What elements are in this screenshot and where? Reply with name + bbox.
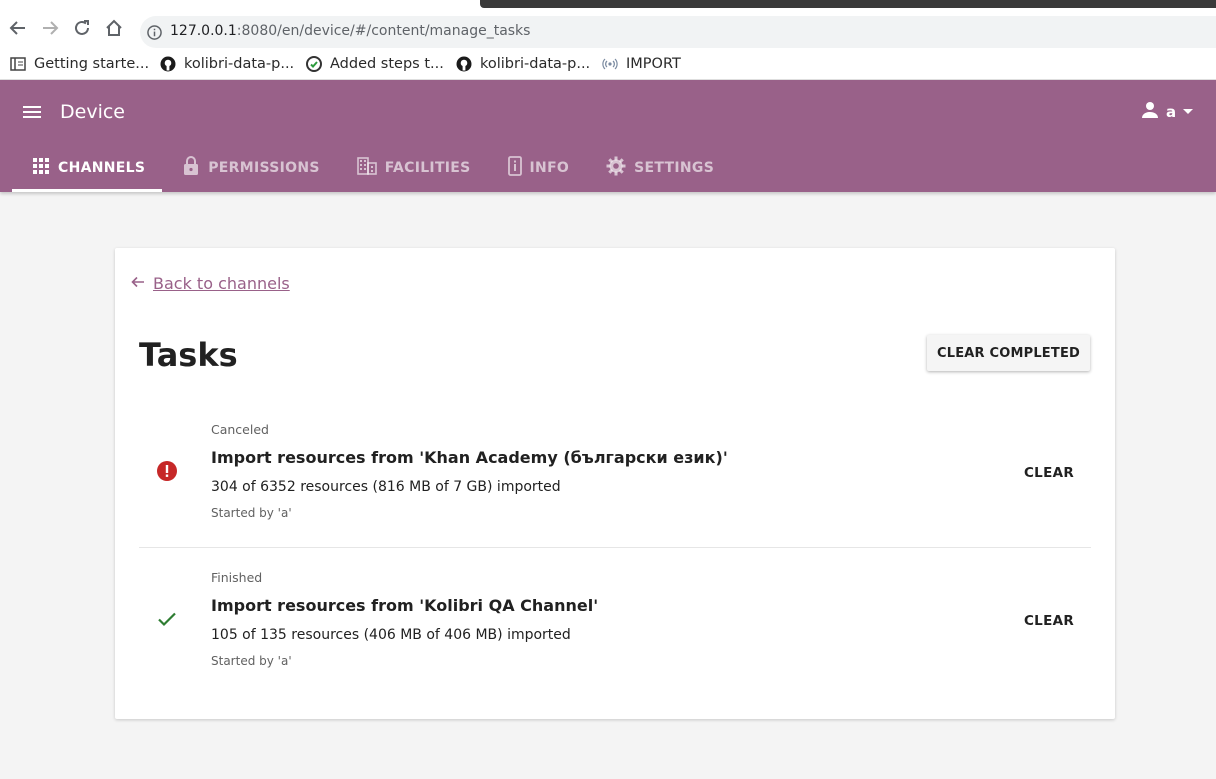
page-title: Tasks <box>139 336 238 374</box>
building-icon <box>356 157 377 179</box>
tab-facilities[interactable]: FACILITIES <box>337 144 488 192</box>
reader-icon <box>10 56 26 72</box>
user-name: a <box>1166 103 1177 121</box>
task-started-by: Started by 'a' <box>211 506 292 520</box>
tab-label: SETTINGS <box>634 160 715 176</box>
url-path: :8080/en/device/#/content/manage_tasks <box>236 23 531 39</box>
bookmark-label: Added steps t... <box>330 56 444 72</box>
task-progress: 304 of 6352 resources (816 MB of 7 GB) i… <box>211 479 561 495</box>
lock-icon <box>182 156 200 180</box>
clear-task-button[interactable]: CLEAR <box>1019 605 1079 637</box>
back-to-channels-link[interactable]: Back to channels <box>131 274 290 293</box>
bookmark-label: kolibri-data-p... <box>184 56 295 72</box>
tab-channels[interactable]: CHANNELS <box>12 144 163 192</box>
bookmark-label: IMPORT <box>626 56 681 72</box>
tab-settings[interactable]: SETTINGS <box>586 144 731 192</box>
back-link-label: Back to channels <box>153 274 290 293</box>
bookmark-label: Getting starte... <box>34 56 150 72</box>
browser-top-strip <box>0 0 1216 8</box>
bookmarks-bar: Getting starte... kolibri-data-p... Adde… <box>0 48 1216 80</box>
device-tabs: CHANNELS PERMISSIONS FACILITIES INFO SET… <box>12 144 731 192</box>
task-status: Canceled <box>211 422 269 437</box>
user-menu[interactable]: a <box>1140 100 1194 124</box>
check-icon <box>157 609 177 629</box>
error-icon <box>157 461 177 481</box>
task-row: Finished Import resources from 'Kolibri … <box>139 566 1091 676</box>
task-progress: 105 of 135 resources (406 MB of 406 MB) … <box>211 627 571 643</box>
app-title: Device <box>60 101 125 123</box>
browser-tabstrip <box>480 0 1216 8</box>
github-icon <box>160 56 176 72</box>
tasks-card: Back to channels Tasks CLEAR COMPLETED C… <box>115 248 1115 719</box>
app-header: Device a CHANNELS PERMISSIONS FACILITIES <box>0 80 1216 192</box>
arrow-left-icon <box>131 274 145 293</box>
tab-label: CHANNELS <box>58 160 146 176</box>
reload-icon[interactable] <box>70 16 94 40</box>
person-icon <box>1140 100 1160 124</box>
gear-icon <box>606 156 626 180</box>
bookmark-item[interactable]: Added steps t... <box>306 53 444 75</box>
task-status: Finished <box>211 570 263 585</box>
circleci-icon <box>306 56 322 72</box>
hamburger-menu-icon[interactable] <box>20 100 44 124</box>
task-row: Canceled Import resources from 'Khan Aca… <box>139 418 1091 548</box>
url-text: 127.0.0.1:8080/en/device/#/content/manag… <box>170 23 530 39</box>
home-icon[interactable] <box>102 16 126 40</box>
task-started-by: Started by 'a' <box>211 654 292 668</box>
task-title: Import resources from 'Khan Academy (бъл… <box>211 448 728 467</box>
caret-down-icon <box>1182 103 1194 121</box>
bookmark-label: kolibri-data-p... <box>480 56 591 72</box>
address-bar[interactable]: 127.0.0.1:8080/en/device/#/content/manag… <box>140 16 1216 48</box>
bookmark-item[interactable]: IMPORT <box>602 53 681 75</box>
forward-arrow-icon[interactable] <box>38 16 62 40</box>
task-title: Import resources from 'Kolibri QA Channe… <box>211 596 599 615</box>
tab-label: FACILITIES <box>384 160 471 176</box>
url-host: 127.0.0.1 <box>170 23 237 39</box>
info-icon <box>507 156 522 180</box>
tab-permissions[interactable]: PERMISSIONS <box>162 144 337 192</box>
broadcast-icon <box>602 56 618 72</box>
github-icon <box>456 56 472 72</box>
grid-icon <box>32 157 50 179</box>
clear-task-button[interactable]: CLEAR <box>1019 457 1079 489</box>
bookmark-item[interactable]: kolibri-data-p... <box>456 53 590 75</box>
tab-label: INFO <box>529 160 570 176</box>
bookmark-item[interactable]: kolibri-data-p... <box>160 53 294 75</box>
clear-completed-button[interactable]: CLEAR COMPLETED <box>927 335 1090 371</box>
bookmark-item[interactable]: Getting starte... <box>10 53 149 75</box>
tab-label: PERMISSIONS <box>208 160 320 176</box>
browser-toolbar: 127.0.0.1:8080/en/device/#/content/manag… <box>0 8 1216 48</box>
back-arrow-icon[interactable] <box>6 16 30 40</box>
site-info-icon[interactable] <box>147 25 162 44</box>
tab-info[interactable]: INFO <box>488 144 587 192</box>
